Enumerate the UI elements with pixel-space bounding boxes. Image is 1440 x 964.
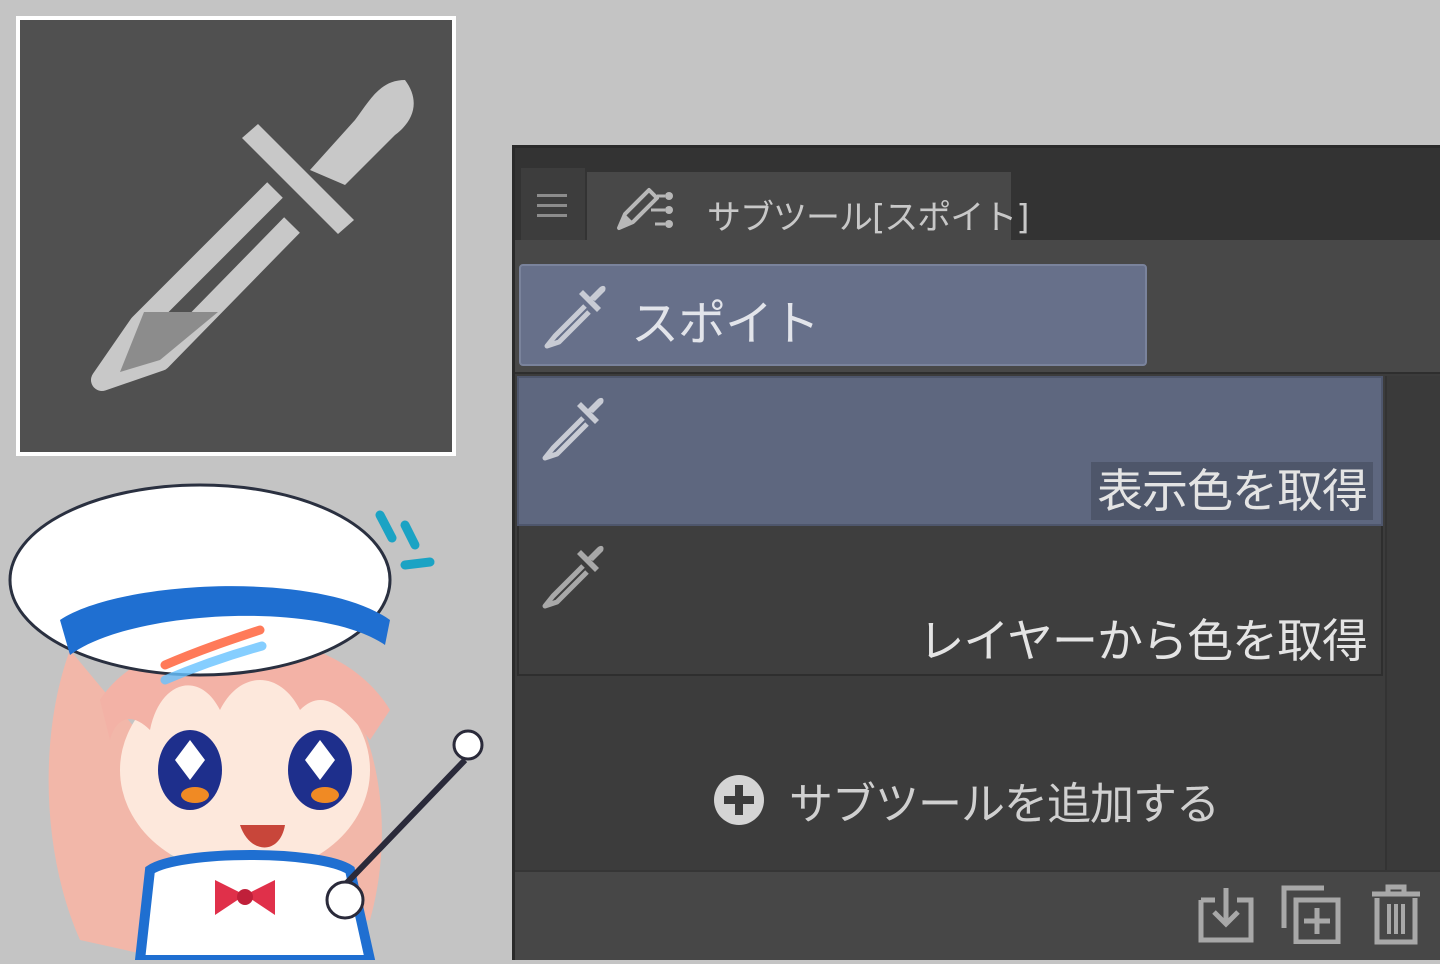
tab-label: サブツール[スポイト] xyxy=(707,198,1030,238)
add-subtool-label: サブツールを追加する xyxy=(789,779,1220,830)
subtool-panel: サブツール[スポイト] スポイト 表示色を取得 レイヤーから色を取得 サブツール… xyxy=(512,145,1440,960)
subtool-group-eyedropper[interactable]: スポイト xyxy=(519,264,1147,366)
tab-subtool[interactable]: サブツール[スポイト] xyxy=(587,172,1030,240)
eyedropper-icon xyxy=(544,285,606,349)
mascot-character-illustration xyxy=(0,470,500,964)
eyedropper-icon xyxy=(542,397,604,461)
subtool-group-row: スポイト xyxy=(515,240,1440,374)
subtool-label: 表示色を取得 xyxy=(1091,462,1373,520)
plus-circle-icon xyxy=(714,775,764,825)
menu-icon-line xyxy=(537,214,567,217)
subtool-item-display-color[interactable]: 表示色を取得 xyxy=(517,376,1383,526)
menu-icon xyxy=(537,194,567,197)
subtool-brush-icon xyxy=(617,188,673,230)
panel-header: サブツール[スポイト] xyxy=(515,148,1440,240)
duplicate-icon[interactable] xyxy=(1280,884,1342,944)
eyedropper-icon xyxy=(542,545,604,609)
panel-menu-button[interactable] xyxy=(521,168,585,240)
group-label: スポイト xyxy=(631,296,820,352)
menu-icon-line xyxy=(537,204,567,207)
subtool-label: レイヤーから色を取得 xyxy=(918,614,1368,668)
trash-icon[interactable] xyxy=(1370,884,1422,946)
eyedropper-icon xyxy=(91,80,414,391)
scrollbar[interactable] xyxy=(1385,376,1440,876)
subtool-item-layer-color[interactable]: レイヤーから色を取得 xyxy=(517,526,1383,676)
add-subtool-button[interactable]: サブツールを追加する xyxy=(713,766,1220,834)
eyedropper-preview-card xyxy=(16,16,456,456)
import-icon[interactable] xyxy=(1197,884,1255,944)
panel-footer xyxy=(515,870,1440,960)
